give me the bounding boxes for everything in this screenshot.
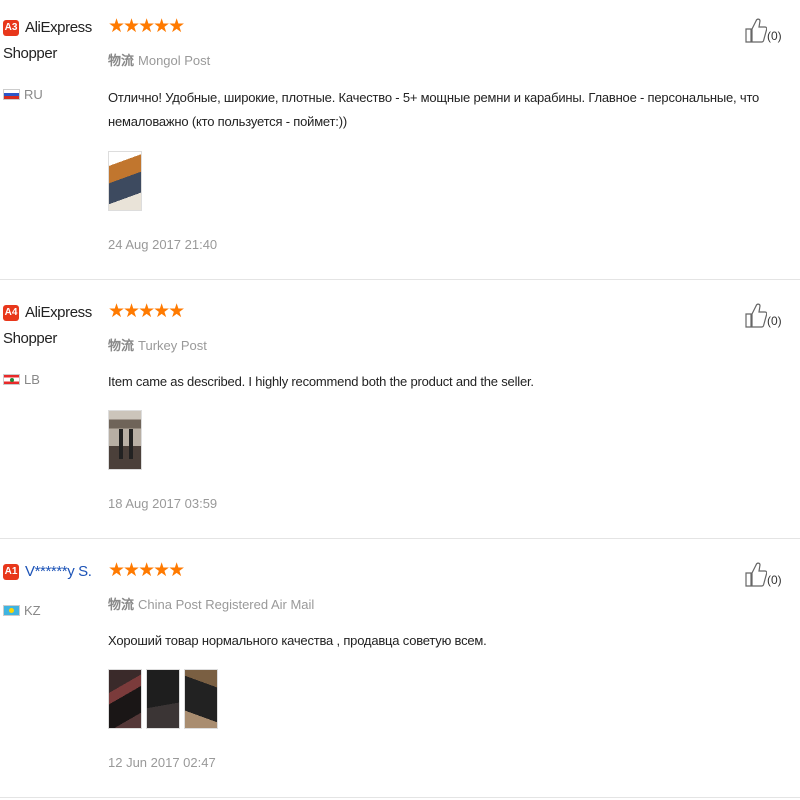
like-button[interactable]: (0) [745,302,782,328]
review-photo-thumbnail[interactable] [108,151,142,211]
star-rating: ★★★★★ [108,301,185,322]
star-rating: ★★★★★ [108,16,185,37]
review-photo-thumbnail[interactable] [108,410,142,470]
like-count: (0) [767,29,782,43]
ru-flag-icon [3,89,20,100]
logistics-info: 物流 China Post Registered Air Mail [108,597,315,612]
lb-flag-icon [3,374,20,385]
buyer-name: AliExpress Shopper [3,19,92,62]
review-photos [108,151,142,211]
buyer-country: RU [3,87,43,103]
review-photo-thumbnail[interactable] [146,669,180,729]
thumbs-up-icon [745,18,767,43]
buyer-country: LB [3,372,40,388]
review-photo-thumbnail[interactable] [108,669,142,729]
review-text: Хороший товар нормального качества , про… [108,633,487,648]
star-rating: ★★★★★ [108,560,185,581]
review-photos [108,669,218,729]
logistics-info: 物流 Turkey Post [108,338,207,353]
review-text: Item came as described. I highly recomme… [108,374,534,389]
review-photo-thumbnail[interactable] [184,669,218,729]
like-count: (0) [767,314,782,328]
buyer-name: AliExpress Shopper [3,304,92,347]
review-date: 12 Jun 2017 02:47 [108,755,216,770]
thumbs-up-icon [745,562,767,587]
buyer-name[interactable]: V******y S. [3,559,98,585]
like-button[interactable]: (0) [745,561,782,587]
buyer-country: KZ [3,603,41,619]
thumbs-up-icon [745,303,767,328]
review-divider [0,279,800,280]
review-divider [0,797,800,798]
kz-flag-icon [3,605,20,616]
review-text: Отлично! Удобные, широкие, плотные. Каче… [108,90,760,129]
logistics-info: 物流 Mongol Post [108,53,211,68]
review-date: 24 Aug 2017 21:40 [108,237,218,252]
review-divider [0,538,800,539]
like-button[interactable]: (0) [745,17,782,43]
like-count: (0) [767,573,782,587]
review-photos [108,410,142,470]
review-date: 18 Aug 2017 03:59 [108,496,218,511]
